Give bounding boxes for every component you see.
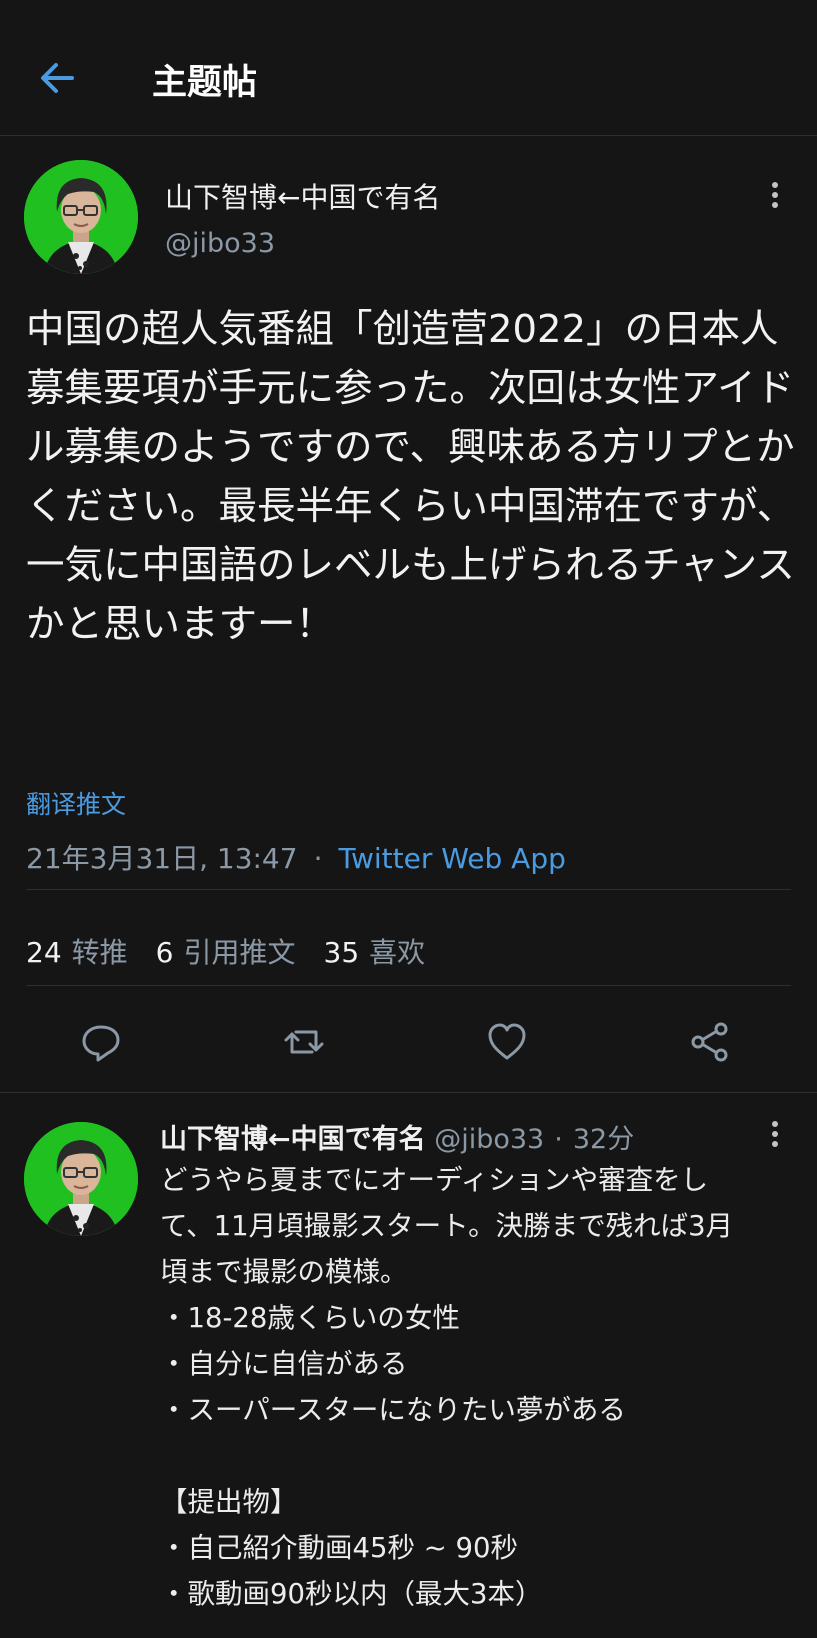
reply-line: ・スーパースターになりたい夢がある [160, 1394, 626, 1426]
reply-author-handle[interactable]: @jibo33 [434, 1124, 544, 1155]
reply-icon [82, 1025, 120, 1062]
author-avatar[interactable] [24, 160, 138, 274]
arrow-left-icon [41, 63, 74, 93]
share-icon [691, 1022, 728, 1062]
reply-line [160, 1433, 800, 1479]
divider [26, 889, 791, 890]
reply-line: どうやら夏までにオーディションや審査をし [160, 1164, 709, 1196]
reply-line: ・自己紹介動画45秒 ~ 90秒 [160, 1532, 519, 1564]
reply-time[interactable]: 32分 [573, 1124, 634, 1155]
page-title: 主题帖 [152, 63, 258, 103]
retweets-stat[interactable]: 24 转推 [26, 936, 128, 969]
meta-separator: · [554, 1124, 563, 1155]
reply-author-name[interactable]: 山下智博←中国で有名 [160, 1124, 426, 1155]
more-vertical-icon [772, 182, 778, 188]
meta-separator: · [313, 842, 323, 875]
divider [0, 1092, 817, 1093]
retweet-icon [284, 1030, 324, 1054]
more-options-button[interactable] [763, 178, 787, 214]
translate-tweet-link[interactable]: 翻译推文 [26, 785, 126, 821]
reply-line: て、11月頃撮影スタート。決勝まで残れば3月 [160, 1210, 734, 1242]
divider [26, 985, 791, 986]
timestamp[interactable]: 21年3月31日, 13:47 [26, 842, 298, 875]
tweet-thread-page: 主题帖 山下智博←中国で有名 @jibo33 中国の超人気番組「创造营2022」… [0, 0, 817, 1638]
reply-line: 頃まで撮影の模様。 [160, 1256, 408, 1288]
source-link[interactable]: Twitter Web App [338, 842, 565, 875]
avatar-portrait [24, 160, 138, 274]
reply-line: 【提出物】 [160, 1486, 298, 1518]
more-vertical-icon [772, 1121, 778, 1127]
back-button[interactable] [36, 56, 80, 100]
like-icon [488, 1023, 526, 1060]
avatar-portrait [24, 1122, 138, 1236]
like-button[interactable] [485, 1020, 535, 1070]
reply-more-options-button[interactable] [763, 1117, 787, 1153]
tweet-meta: 21年3月31日, 13:47 · Twitter Web App [26, 837, 566, 877]
likes-stat[interactable]: 35 喜欢 [324, 936, 426, 969]
reply-line: ・歌動画90秒以内（最大3本） [160, 1578, 543, 1610]
quotes-stat[interactable]: 6 引用推文 [156, 936, 296, 969]
author-name[interactable]: 山下智博←中国で有名 [165, 176, 440, 216]
top-bar: 主题帖 [0, 0, 817, 136]
author-handle[interactable]: @jibo33 [165, 228, 275, 259]
reply-text: どうやら夏までにオーディションや審査をし て、11月頃撮影スタート。決勝まで残れ… [160, 1157, 800, 1617]
reply-header: 山下智博←中国で有名 @jibo33 · 32分 [160, 1117, 634, 1156]
reply-button[interactable] [79, 1020, 129, 1070]
retweet-button[interactable] [282, 1020, 332, 1070]
tweet-text: 中国の超人気番組「创造营2022」の日本人募集要項が手元に参った。次回は女性アイ… [26, 307, 796, 647]
reply-line: ・自分に自信がある [160, 1348, 408, 1380]
engagement-stats: 24 转推 6 引用推文 35 喜欢 [26, 931, 453, 971]
reply-line: ・18-28歳くらいの女性 [160, 1302, 460, 1334]
share-button[interactable] [688, 1020, 738, 1070]
reply-author-avatar[interactable] [24, 1122, 138, 1236]
